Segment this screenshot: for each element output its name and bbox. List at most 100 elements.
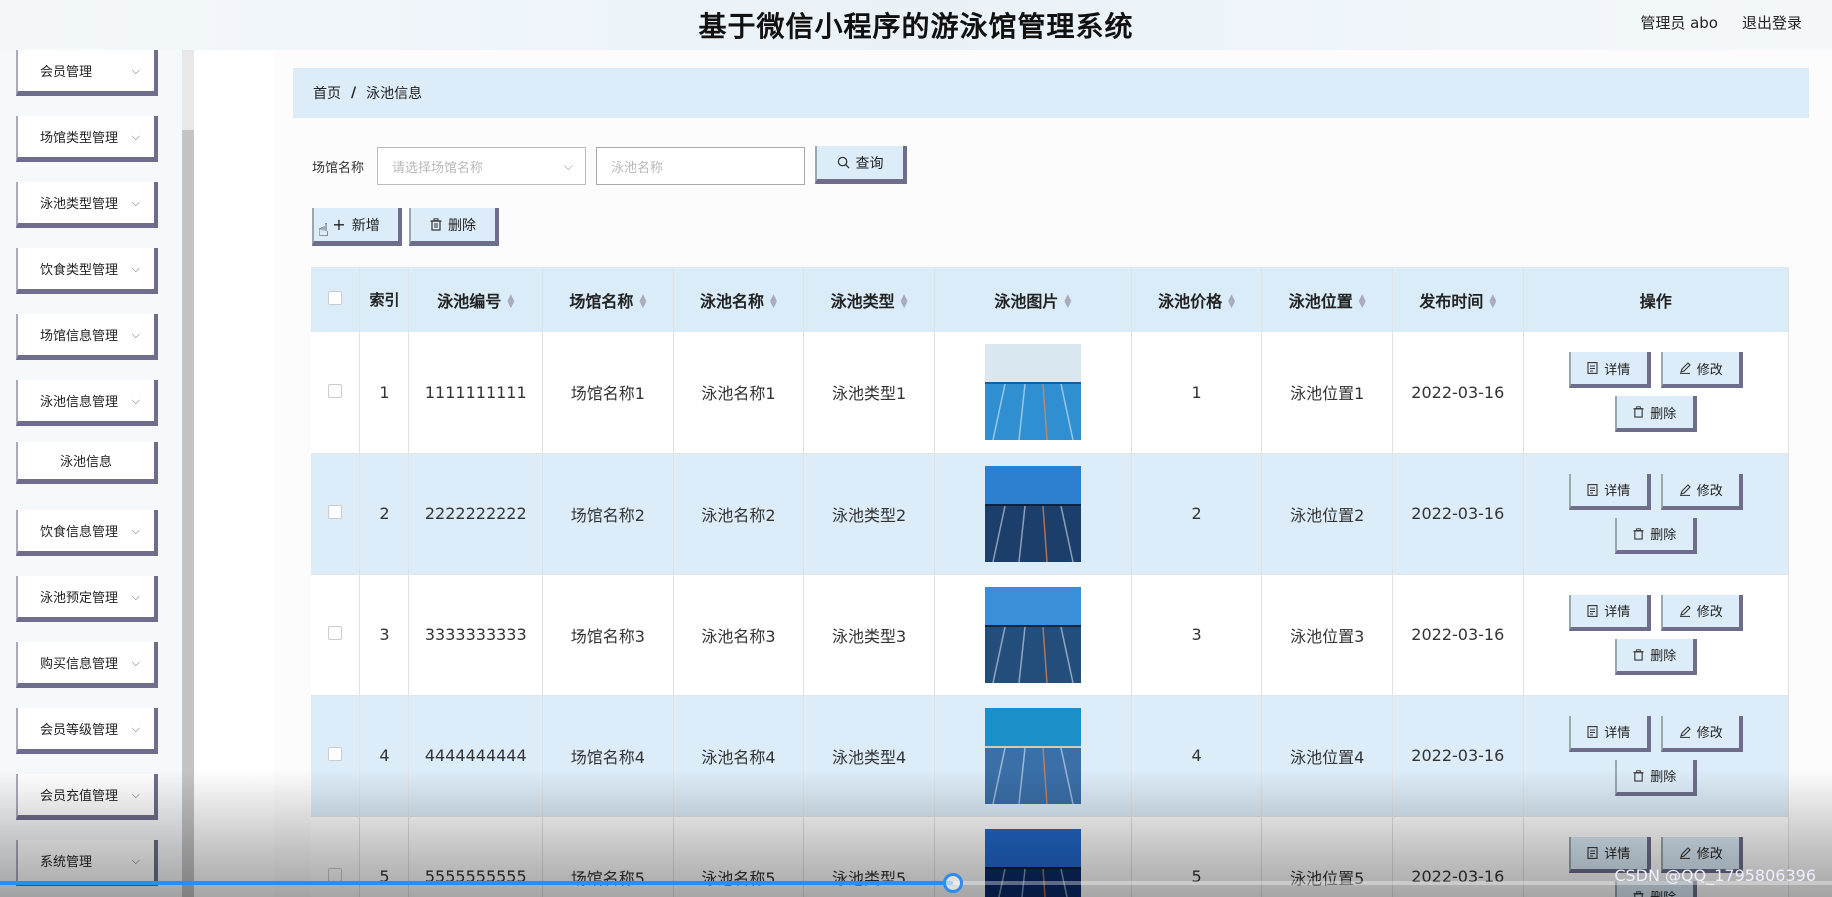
cell-time: 2022-03-16 <box>1392 453 1524 575</box>
detail-button[interactable]: 详情 <box>1568 473 1651 510</box>
header-type[interactable]: 泳池类型 ▲ ▼ <box>803 267 935 332</box>
edit-button[interactable]: 修改 <box>1660 715 1743 752</box>
sidebar-item-system[interactable]: 系统管理 ⌵ <box>16 840 158 886</box>
cell-code: 3333333333 <box>408 574 544 696</box>
table-row: 4 4444444444 场馆名称4 泳池名称4 泳池类型4 4 泳池位置4 2022-03-… <box>311 695 1790 817</box>
sort-icon[interactable]: ▲ ▼ <box>1489 294 1496 310</box>
row-select[interactable] <box>311 574 361 696</box>
header-venue[interactable]: 场馆名称 ▲ ▼ <box>542 267 674 332</box>
sidebar-item-food-info[interactable]: 饮食信息管理 ⌵ <box>16 510 158 556</box>
batch-delete-button[interactable]: 删除 <box>409 208 499 246</box>
row-checkbox[interactable] <box>328 626 343 640</box>
cell-actions: 详情 修改删除 <box>1523 695 1790 817</box>
row-checkbox[interactable] <box>328 383 343 398</box>
delete-button[interactable]: 删除 <box>1614 517 1697 554</box>
scrollbar-thumb[interactable] <box>182 130 194 897</box>
user-name[interactable]: 管理员 abo <box>1640 12 1718 33</box>
sidebar-item-venue-type[interactable]: 场馆类型管理 ⌵ <box>16 116 158 162</box>
sidebar-item-label: 饮食类型管理 <box>40 263 119 278</box>
header-name[interactable]: 泳池名称 ▲ ▼ <box>673 267 805 332</box>
sort-icon[interactable]: ▲ ▼ <box>770 294 777 310</box>
sidebar-scrollbar[interactable] <box>182 50 194 897</box>
sidebar-item-member-level[interactable]: 会员等级管理 ⌵ <box>16 708 158 754</box>
sidebar-item-member[interactable]: 会员管理 ⌵ <box>16 50 158 96</box>
logout-link[interactable]: 退出登录 <box>1742 12 1802 33</box>
sort-icon[interactable]: ▲ ▼ <box>639 294 646 310</box>
chevron-down-icon: ⌵ <box>131 195 140 209</box>
pool-thumbnail[interactable] <box>984 828 1081 897</box>
app-title: 基于微信小程序的游泳馆管理系统 <box>698 10 1134 43</box>
pool-name-input[interactable]: 泳池名称 <box>596 147 805 185</box>
detail-label: 详情 <box>1604 484 1631 499</box>
sidebar-item-food-type[interactable]: 饮食类型管理 ⌵ <box>16 248 158 294</box>
chevron-down-icon: ⌵ <box>131 721 140 735</box>
breadcrumb-home[interactable]: 首页 <box>313 83 341 103</box>
sidebar-item-pool-booking[interactable]: 泳池预定管理 ⌵ <box>16 576 158 622</box>
action-group: 详情 修改删除 <box>1524 715 1788 796</box>
delete-label: 删除 <box>1650 528 1677 543</box>
progress-knob[interactable] <box>943 873 963 893</box>
row-select[interactable] <box>311 453 361 575</box>
edit-button[interactable]: 修改 <box>1660 352 1743 389</box>
row-select[interactable] <box>311 332 361 454</box>
sort-icon[interactable]: ▲ ▼ <box>507 294 514 310</box>
video-progress-bar[interactable] <box>0 873 1832 893</box>
pool-thumbnail[interactable] <box>984 707 1081 804</box>
sort-icon[interactable]: ▲ ▼ <box>1064 294 1071 310</box>
edit-label: 修改 <box>1696 362 1723 378</box>
query-button[interactable]: 查询 <box>815 146 907 184</box>
cell-name: 泳池名称1 <box>673 332 805 454</box>
pool-thumbnail[interactable] <box>984 465 1081 562</box>
header-price[interactable]: 泳池价格 ▲ ▼ <box>1131 267 1263 332</box>
sidebar-item-recharge[interactable]: 会员充值管理 ⌵ <box>16 774 158 820</box>
row-select[interactable] <box>311 695 361 817</box>
header-time[interactable]: 发布时间 ▲ ▼ <box>1392 267 1524 332</box>
header-location[interactable]: 泳池位置 ▲ ▼ <box>1261 267 1393 332</box>
cell-time: 2022-03-16 <box>1392 695 1524 817</box>
sidebar-item-pool-info[interactable]: 泳池信息管理 ⌵ <box>16 380 158 426</box>
header-type-label: 泳池类型 <box>830 291 895 311</box>
venue-select[interactable]: 请选择场馆名称 ⌵ <box>377 147 586 185</box>
trash-icon <box>1633 648 1644 661</box>
detail-label: 详情 <box>1604 605 1631 620</box>
breadcrumb-separator: / <box>351 85 357 101</box>
sort-icon[interactable]: ▲ ▼ <box>1359 294 1366 310</box>
detail-button[interactable]: 详情 <box>1568 352 1651 389</box>
detail-button[interactable]: 详情 <box>1568 594 1651 631</box>
cell-type: 泳池类型1 <box>803 332 935 454</box>
edit-button[interactable]: 修改 <box>1660 473 1743 510</box>
action-group: 详情 修改删除 <box>1524 352 1788 433</box>
row-checkbox[interactable] <box>328 747 343 761</box>
sort-icon[interactable]: ▲ ▼ <box>1228 294 1235 310</box>
header-code[interactable]: 泳池编号 ▲ ▼ <box>408 267 544 332</box>
trash-icon <box>1633 406 1644 418</box>
sidebar-item-pool-type[interactable]: 泳池类型管理 ⌵ <box>16 182 158 228</box>
chevron-down-icon: ⌵ <box>563 158 573 173</box>
row-checkbox[interactable] <box>328 505 343 519</box>
row-checkbox[interactable] <box>328 868 343 882</box>
header-image[interactable]: 泳池图片 ▲ ▼ <box>934 267 1132 332</box>
sidebar-item-label: 会员等级管理 <box>40 723 119 738</box>
cell-code: 4444444444 <box>408 695 544 817</box>
sidebar-item-purchase[interactable]: 购买信息管理 ⌵ <box>16 642 158 688</box>
pool-thumbnail[interactable] <box>984 344 1081 441</box>
sidebar-item-label: 会员管理 <box>40 65 93 80</box>
delete-button[interactable]: 删除 <box>1614 759 1697 796</box>
sidebar-subitem-pool-info[interactable]: 泳池信息 <box>16 442 158 484</box>
document-icon <box>1587 362 1598 375</box>
pool-thumbnail[interactable] <box>984 586 1081 683</box>
header-select[interactable] <box>311 267 361 332</box>
select-all-checkbox[interactable] <box>328 291 343 305</box>
edit-label: 修改 <box>1696 484 1723 499</box>
cell-venue: 场馆名称4 <box>542 695 674 817</box>
cell-type: 泳池类型4 <box>803 695 935 817</box>
delete-button[interactable]: 删除 <box>1614 638 1697 675</box>
cell-price: 1 <box>1131 332 1263 454</box>
edit-button[interactable]: 修改 <box>1660 594 1743 631</box>
delete-button[interactable]: 删除 <box>1614 396 1697 433</box>
sidebar-item-venue-info[interactable]: 场馆信息管理 ⌵ <box>16 314 158 360</box>
sort-icon[interactable]: ▲ ▼ <box>901 294 908 310</box>
table-header-row: 索引 泳池编号 ▲ ▼ 场馆名称 ▲ ▼ 泳池名称 ▲ ▼ 泳池类型 ▲ ▼ 泳池图片 ▲ ▼ 泳池… <box>311 267 1790 332</box>
user-area: 管理员 abo 退出登录 <box>1640 12 1802 33</box>
detail-button[interactable]: 详情 <box>1568 715 1651 752</box>
